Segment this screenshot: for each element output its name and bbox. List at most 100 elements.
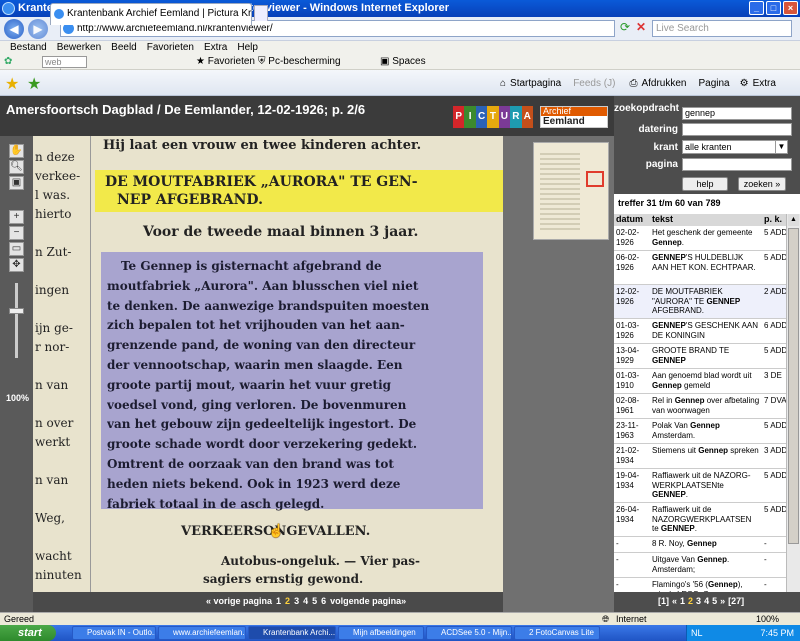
result-page-krant[interactable]: 5 ADD bbox=[764, 228, 786, 238]
results-page-1[interactable]: 1 bbox=[680, 596, 685, 606]
gear-icon[interactable]: ⚙ bbox=[740, 78, 749, 89]
result-page-krant[interactable]: 3 DE bbox=[764, 371, 782, 381]
zoom-tool-icon[interactable]: 🔍︎ bbox=[9, 160, 24, 174]
menu-bewerken[interactable]: Bewerken bbox=[57, 41, 101, 55]
taskbar-item[interactable]: Postvak IN - Outlo... bbox=[72, 626, 156, 640]
results-page-2[interactable]: 2 bbox=[688, 596, 693, 606]
result-page-krant[interactable]: 5 ADD bbox=[764, 346, 786, 356]
page-link-3[interactable]: 3 bbox=[294, 596, 299, 606]
results-prev[interactable]: « bbox=[672, 596, 677, 606]
zoeken-button[interactable]: zoeken » bbox=[738, 177, 786, 191]
forward-button[interactable]: ▶ bbox=[28, 19, 48, 39]
result-text[interactable]: Het geschenk der gemeente Gennep. bbox=[652, 228, 760, 247]
close-icon[interactable]: × bbox=[783, 1, 798, 15]
result-page-krant[interactable]: 5 ADD bbox=[764, 253, 786, 263]
scrollbar-thumb[interactable] bbox=[788, 228, 799, 544]
page-link-4[interactable]: 4 bbox=[303, 596, 308, 606]
result-text[interactable]: Polak Van Gennep Amsterdam. bbox=[652, 421, 760, 440]
zoom-slider-handle[interactable] bbox=[9, 308, 24, 314]
results-page-4[interactable]: 4 bbox=[704, 596, 709, 606]
viewport-indicator[interactable] bbox=[586, 171, 604, 187]
pc-bescherming-link[interactable]: ⛨ Pc-bescherming bbox=[258, 55, 341, 69]
back-button[interactable]: ◀ bbox=[4, 19, 24, 39]
minimize-icon[interactable]: _ bbox=[749, 1, 764, 15]
zoom-slider-track[interactable] bbox=[15, 283, 18, 358]
stop-icon[interactable]: ✕ bbox=[636, 20, 648, 36]
scroll-up-icon[interactable]: ▲ bbox=[788, 214, 799, 226]
prev-page-link[interactable]: « vorige pagina bbox=[206, 596, 272, 606]
afdrukken-button[interactable]: Afdrukken bbox=[641, 78, 686, 89]
menu-beeld[interactable]: Beeld bbox=[111, 41, 137, 55]
table-row[interactable]: -8 R. Noy, Gennep - bbox=[614, 537, 786, 553]
fit-page-icon[interactable]: ▭ bbox=[9, 242, 24, 256]
table-row[interactable]: 06-02-1926 GENNEP'S HULDEBLIJK AAN HET KO… bbox=[614, 251, 786, 285]
lang-indicator[interactable]: NL bbox=[691, 625, 703, 641]
results-last-page[interactable]: [27] bbox=[728, 596, 744, 606]
table-row[interactable]: 02-08-1961 Rel in Gennep over afbetaling … bbox=[614, 394, 786, 419]
new-tab-button[interactable] bbox=[254, 5, 268, 21]
home-icon[interactable]: ⌂ bbox=[500, 78, 506, 89]
table-row[interactable]: 12-02-1926 DE MOUTFABRIEK "AURORA" TE GEN… bbox=[614, 285, 786, 319]
table-row[interactable]: - Uitgave Van Gennep. Amsterdam; - bbox=[614, 553, 786, 578]
result-page-krant[interactable]: - bbox=[764, 580, 767, 590]
menu-favorieten[interactable]: Favorieten bbox=[147, 41, 194, 55]
table-row[interactable]: 19-04-1934 Raffiawerk uit de NAZORG-WERKP… bbox=[614, 469, 786, 503]
msn-icon[interactable]: ✿ bbox=[4, 55, 12, 69]
article-body-highlight[interactable]: Te Gennep is gisternacht afgebrand de mou… bbox=[101, 252, 483, 511]
result-page-krant[interactable]: - bbox=[764, 555, 767, 565]
result-page-krant[interactable]: 3 ADD bbox=[764, 446, 786, 456]
zoom-in-icon[interactable]: + bbox=[9, 210, 24, 224]
result-text[interactable]: GENNEP'S HULDEBLIJK AAN HET KON. ECHTPAA… bbox=[652, 253, 760, 272]
start-button[interactable]: start bbox=[0, 625, 56, 641]
datering-input[interactable] bbox=[682, 123, 792, 136]
extra-button[interactable]: Extra bbox=[753, 78, 776, 89]
table-row[interactable]: 13-04-1929 GROOTE BRAND TE GENNEP 5 ADD bbox=[614, 344, 786, 369]
menu-extra[interactable]: Extra bbox=[204, 41, 227, 55]
zoekopdracht-input[interactable]: gennep bbox=[682, 107, 792, 120]
taskbar-item[interactable]: www.archiefeemlan... bbox=[158, 626, 246, 640]
result-text[interactable]: Uitgave Van Gennep. Amsterdam; bbox=[652, 555, 760, 574]
taskbar-item[interactable]: Mijn afbeeldingen bbox=[338, 626, 424, 640]
result-text[interactable]: Aan genoemd blad wordt uit Gennep gemeld bbox=[652, 371, 760, 390]
pagina-input[interactable] bbox=[682, 158, 792, 171]
result-page-krant[interactable]: - bbox=[764, 539, 767, 549]
menu-bestand[interactable]: Bestand bbox=[10, 41, 47, 55]
taskbar-item[interactable]: Krantenbank Archi... bbox=[248, 626, 336, 640]
startpagina-button[interactable]: Startpagina bbox=[510, 78, 561, 89]
result-text[interactable]: Raffiawerk uit de NAZORGWERKPLAATSEN te … bbox=[652, 505, 760, 534]
pagina-button[interactable]: Pagina bbox=[698, 78, 729, 89]
spaces-link[interactable]: ▣ Spaces bbox=[380, 55, 426, 69]
print-icon[interactable]: ⎙ bbox=[629, 78, 637, 89]
menu-help[interactable]: Help bbox=[237, 41, 258, 55]
results-page-3[interactable]: 3 bbox=[696, 596, 701, 606]
add-favorites-icon[interactable]: ★ bbox=[27, 74, 41, 94]
results-first-page[interactable]: [1] bbox=[658, 596, 669, 606]
result-page-krant[interactable]: 5 ADD bbox=[764, 421, 786, 431]
result-text[interactable]: Stiemens uit Gennep spreken bbox=[652, 446, 760, 456]
results-next[interactable]: » bbox=[720, 596, 725, 606]
result-text[interactable]: 8 R. Noy, Gennep bbox=[652, 539, 760, 549]
status-zoom[interactable]: 100% bbox=[756, 613, 779, 625]
result-text[interactable]: Rel in Gennep over afbetaling van woonwa… bbox=[652, 396, 760, 415]
table-row[interactable]: 02-02-1926 Het geschenk der gemeente Genn… bbox=[614, 226, 786, 251]
taskbar-item[interactable]: 2 FotoCanvas Lite bbox=[514, 626, 600, 640]
result-page-krant[interactable]: 2 ADD bbox=[764, 287, 786, 297]
results-scrollbar[interactable]: ▲ ▼ bbox=[786, 214, 800, 604]
taskbar-item[interactable]: ACDSee 5.0 - Mijn... bbox=[426, 626, 512, 640]
result-page-krant[interactable]: 7 DVA bbox=[764, 396, 786, 406]
table-row[interactable]: 01-03-1926 GENNEP'S GESCHENK AAN DE KONIN… bbox=[614, 319, 786, 344]
result-page-krant[interactable]: 6 ADD bbox=[764, 321, 786, 331]
result-text[interactable]: GENNEP'S GESCHENK AAN DE KONINGIN bbox=[652, 321, 760, 340]
page-link-5[interactable]: 5 bbox=[312, 596, 317, 606]
live-search-input[interactable]: Live Search bbox=[652, 20, 792, 37]
results-page-5[interactable]: 5 bbox=[712, 596, 717, 606]
tab-krantenbank[interactable]: Krantenbank Archief Eemland | Pictura Kr… bbox=[50, 3, 252, 25]
result-page-krant[interactable]: 5 ADD bbox=[764, 471, 786, 481]
page-link-2[interactable]: 2 bbox=[285, 596, 290, 606]
result-text[interactable]: Raffiawerk uit de NAZORG-WERKPLAATSENte … bbox=[652, 471, 760, 500]
feeds-button[interactable]: Feeds (J) bbox=[573, 78, 615, 89]
next-page-link[interactable]: volgende pagina» bbox=[330, 596, 406, 606]
select-tool-icon[interactable]: ▣ bbox=[9, 176, 24, 190]
hand-tool-icon[interactable]: ✋ bbox=[9, 144, 24, 158]
zoom-out-icon[interactable]: − bbox=[9, 226, 24, 240]
